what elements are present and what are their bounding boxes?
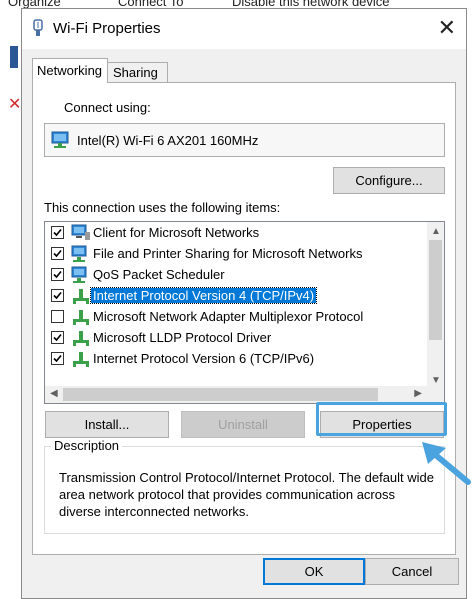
dialog-title: Wi-Fi Properties	[53, 20, 161, 37]
protocol-icon	[71, 329, 91, 350]
protocol-icon	[71, 308, 91, 329]
components-list[interactable]: Client for Microsoft Networks File and P…	[44, 221, 445, 404]
list-item-label: Internet Protocol Version 6 (TCP/IPv6)	[93, 351, 315, 366]
vertical-scrollbar[interactable]: ▲ ▼	[427, 222, 444, 388]
checkbox[interactable]	[51, 331, 64, 344]
checkbox[interactable]	[51, 226, 64, 239]
list-item-label: File and Printer Sharing for Microsoft N…	[93, 246, 363, 261]
connect-using-label: Connect using:	[64, 100, 151, 115]
tab-sharing-label: Sharing	[113, 65, 158, 80]
adapter-name: Intel(R) Wi-Fi 6 AX201 160MHz	[77, 133, 259, 148]
description-group: Description Transmission Control Protoco…	[44, 438, 445, 534]
list-item[interactable]: Microsoft LLDP Protocol Driver	[45, 328, 425, 349]
title-bar: Wi-Fi Properties ✕	[22, 9, 466, 49]
background-error-icon: ✕	[8, 96, 22, 113]
items-label: This connection uses the following items…	[44, 200, 281, 215]
list-item[interactable]: Internet Protocol Version 6 (TCP/IPv6)	[45, 349, 425, 370]
install-button[interactable]: Install...	[45, 411, 169, 438]
chevron-left-icon[interactable]: ◀	[50, 388, 58, 399]
background-left-strip: ✕	[0, 12, 22, 599]
network-adapter-icon	[51, 131, 71, 152]
list-item-label: Client for Microsoft Networks	[93, 225, 260, 240]
close-icon[interactable]: ✕	[438, 16, 456, 40]
chevron-up-icon[interactable]: ▲	[431, 226, 441, 237]
uninstall-button[interactable]: Uninstall	[181, 411, 305, 438]
network-service-icon	[71, 245, 91, 266]
list-item[interactable]: QoS Packet Scheduler	[45, 265, 425, 286]
ok-button[interactable]: OK	[263, 558, 365, 585]
list-item-label: QoS Packet Scheduler	[93, 267, 225, 282]
checkbox[interactable]	[51, 352, 64, 365]
configure-button[interactable]: Configure...	[333, 167, 445, 194]
protocol-icon	[71, 350, 91, 371]
list-item-label: Microsoft Network Adapter Multiplexor Pr…	[93, 309, 364, 324]
protocol-icon	[71, 287, 91, 308]
description-text: Transmission Control Protocol/Internet P…	[59, 470, 435, 519]
scrollbar-thumb[interactable]	[63, 388, 378, 401]
list-item-label: Internet Protocol Version 4 (TCP/IPv4)	[89, 287, 318, 304]
chevron-right-icon[interactable]: ▶	[414, 388, 422, 399]
scrollbar-thumb[interactable]	[429, 240, 442, 340]
wifi-adapter-icon	[31, 19, 45, 42]
pointer-arrow-icon	[418, 440, 472, 489]
tab-networking-label: Networking	[37, 63, 103, 78]
list-item[interactable]: Microsoft Network Adapter Multiplexor Pr…	[45, 307, 425, 328]
list-item[interactable]: File and Printer Sharing for Microsoft N…	[45, 244, 425, 265]
networking-panel: Connect using: Intel(R) Wi-Fi 6 AX201 16…	[32, 82, 456, 555]
tab-networking[interactable]: Networking	[32, 58, 108, 83]
adapter-field: Intel(R) Wi-Fi 6 AX201 160MHz	[44, 123, 445, 157]
horizontal-scrollbar[interactable]: ◀ ▶	[45, 386, 444, 403]
network-client-icon	[71, 224, 91, 245]
tab-sharing[interactable]: Sharing	[108, 62, 168, 83]
wifi-properties-dialog: Wi-Fi Properties ✕ Networking Sharing Co…	[21, 8, 467, 599]
list-item-selected[interactable]: Internet Protocol Version 4 (TCP/IPv4)	[45, 286, 425, 307]
chevron-down-icon[interactable]: ▼	[431, 375, 441, 386]
checkbox[interactable]	[51, 268, 64, 281]
network-service-icon	[71, 266, 91, 287]
background-network-icon	[10, 46, 18, 68]
list-item[interactable]: Client for Microsoft Networks	[45, 223, 425, 244]
description-legend: Description	[51, 438, 123, 453]
checkbox[interactable]	[51, 310, 64, 323]
checkbox[interactable]	[51, 289, 64, 302]
cancel-button[interactable]: Cancel	[365, 558, 459, 585]
properties-highlight-box	[316, 402, 447, 436]
list-item-label: Microsoft LLDP Protocol Driver	[93, 330, 272, 345]
checkbox[interactable]	[51, 247, 64, 260]
